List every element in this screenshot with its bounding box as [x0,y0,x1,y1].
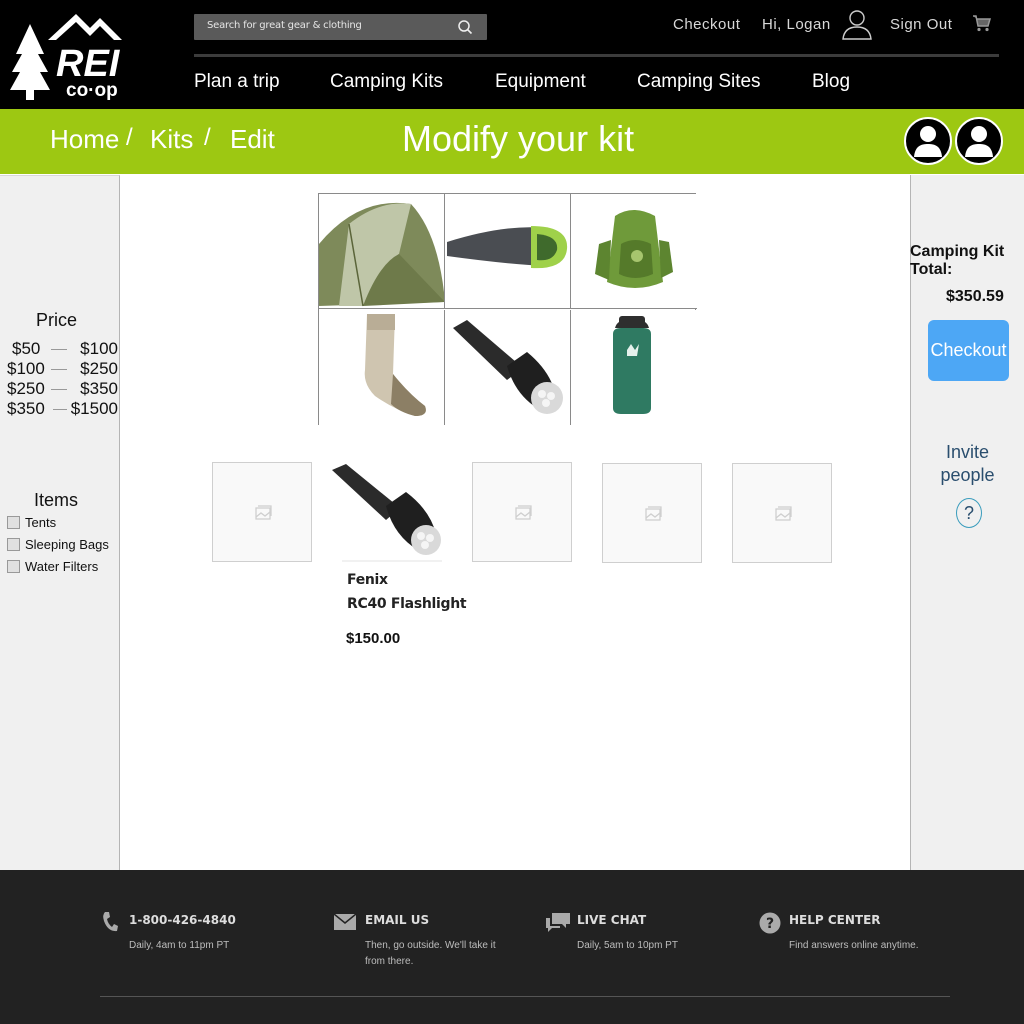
sleeping-bag-image [447,226,568,269]
range-dash [51,349,67,350]
price-high: $100 [80,339,118,358]
footer-phone-sub: Daily, 4am to 11pm PT [129,940,230,951]
kit-item-flashlight[interactable] [445,310,571,425]
header-divider [194,54,999,57]
sign-out-link[interactable]: Sign Out [890,16,952,33]
price-range-option[interactable]: $350 $1500 [0,399,120,419]
footer-chat-sub: Daily, 5am to 10pm PT [577,940,678,951]
filter-item-label: Tents [25,515,57,530]
nav-camping-kits[interactable]: Camping Kits [330,71,443,93]
filter-item-label: Sleeping Bags [25,537,109,552]
price-range-option[interactable]: $250 $350 [0,379,120,399]
selected-product-card[interactable] [330,462,442,562]
tent-image [319,202,444,307]
product-name[interactable]: RC40 Flashlight [347,596,467,612]
footer-email-sub: Then, go outside. We'll take it from the… [365,940,496,967]
range-dash [53,409,67,410]
kit-slot[interactable] [602,463,702,563]
search-placeholder: Search for great gear & clothing [207,20,362,31]
image-placeholder-icon [255,505,272,520]
breadcrumb-separator: / [204,124,211,151]
breadcrumb-home[interactable]: Home [50,124,119,155]
price-low: $50 [12,339,41,358]
price-low: $350 [7,399,45,418]
nav-camping-sites[interactable]: Camping Sites [637,71,761,93]
sleeping-bags-checkbox[interactable] [7,538,20,551]
help-icon: ? [759,912,781,934]
price-high: $350 [80,379,118,398]
svg-text:?: ? [766,916,774,932]
mail-icon [334,914,356,930]
water-bottle-image [613,316,651,414]
image-placeholder-icon [515,505,532,520]
kit-item-tent[interactable] [319,194,445,309]
checkout-button[interactable]: Checkout [928,320,1009,381]
kit-item-water-bottle[interactable] [571,310,697,425]
invite-people-link[interactable]: Invite people [930,441,1005,487]
water-filters-checkbox[interactable] [7,560,20,573]
chat-icon [546,913,570,932]
price-range-option[interactable]: $50 $100 [0,339,120,359]
filter-item-label: Water Filters [25,559,99,574]
breadcrumb-edit[interactable]: Edit [230,124,275,155]
breadcrumb-separator: / [126,124,133,151]
flashlight-image [332,464,442,562]
brand-sub-text: co·op [66,80,118,100]
footer-email-title[interactable]: EMAIL US [365,913,429,927]
kit-slot[interactable] [472,462,572,562]
footer-chat-title[interactable]: LIVE CHAT [577,913,646,927]
person-icon [914,126,942,157]
price-heading: Price [36,310,78,330]
greeting-text: Hi, Logan [762,16,831,33]
brand-main-text: REI [56,43,121,85]
price-low: $250 [7,379,45,398]
flashlight-image [453,320,563,414]
footer-divider [100,996,950,997]
kit-total-value: $350.59 [946,288,1004,305]
phone-icon [103,912,118,932]
product-brand[interactable]: Fenix [347,572,388,588]
kit-slot[interactable] [212,462,312,562]
items-heading: Items [34,490,79,510]
rei-logo[interactable]: REI co·op [10,10,155,101]
price-low: $100 [7,359,45,378]
nav-blog[interactable]: Blog [812,71,850,93]
person-icon [965,126,993,157]
page-title: Modify your kit [402,118,635,159]
price-range-option[interactable]: $100 $250 [0,359,120,379]
search-icon[interactable] [457,19,473,35]
help-icon[interactable]: ? [956,498,982,528]
user-account-icon[interactable] [840,8,874,40]
footer-help-sub: Find answers online anytime. [789,940,919,951]
cart-icon[interactable] [972,14,992,32]
footer-phone-title[interactable]: 1-800-426-4840 [129,913,236,927]
image-placeholder-icon [645,506,662,521]
product-price: $150.00 [346,630,401,647]
kit-item-socks[interactable] [319,310,445,425]
footer-help-title[interactable]: HELP CENTER [789,913,881,927]
kit-slot[interactable] [732,463,832,563]
price-high: $250 [80,359,118,378]
avatar[interactable] [955,117,1003,165]
breadcrumb-kits[interactable]: Kits [150,124,193,155]
price-high: $1500 [70,399,118,418]
kit-total-label: Camping Kit Total: [910,243,1005,278]
kit-item-sleeping-bag[interactable] [445,194,571,309]
range-dash [51,389,67,390]
image-placeholder-icon [775,506,792,521]
range-dash [51,369,67,370]
kit-item-backpack[interactable] [571,194,697,309]
search-input[interactable]: Search for great gear & clothing [194,14,487,40]
backpack-image [595,210,673,288]
kit-product-grid [318,193,697,425]
avatar[interactable] [904,117,952,165]
nav-plan-a-trip[interactable]: Plan a trip [194,71,280,93]
checkout-link[interactable]: Checkout [673,16,740,33]
tents-checkbox[interactable] [7,516,20,529]
socks-image [364,314,426,416]
nav-equipment[interactable]: Equipment [495,71,586,93]
